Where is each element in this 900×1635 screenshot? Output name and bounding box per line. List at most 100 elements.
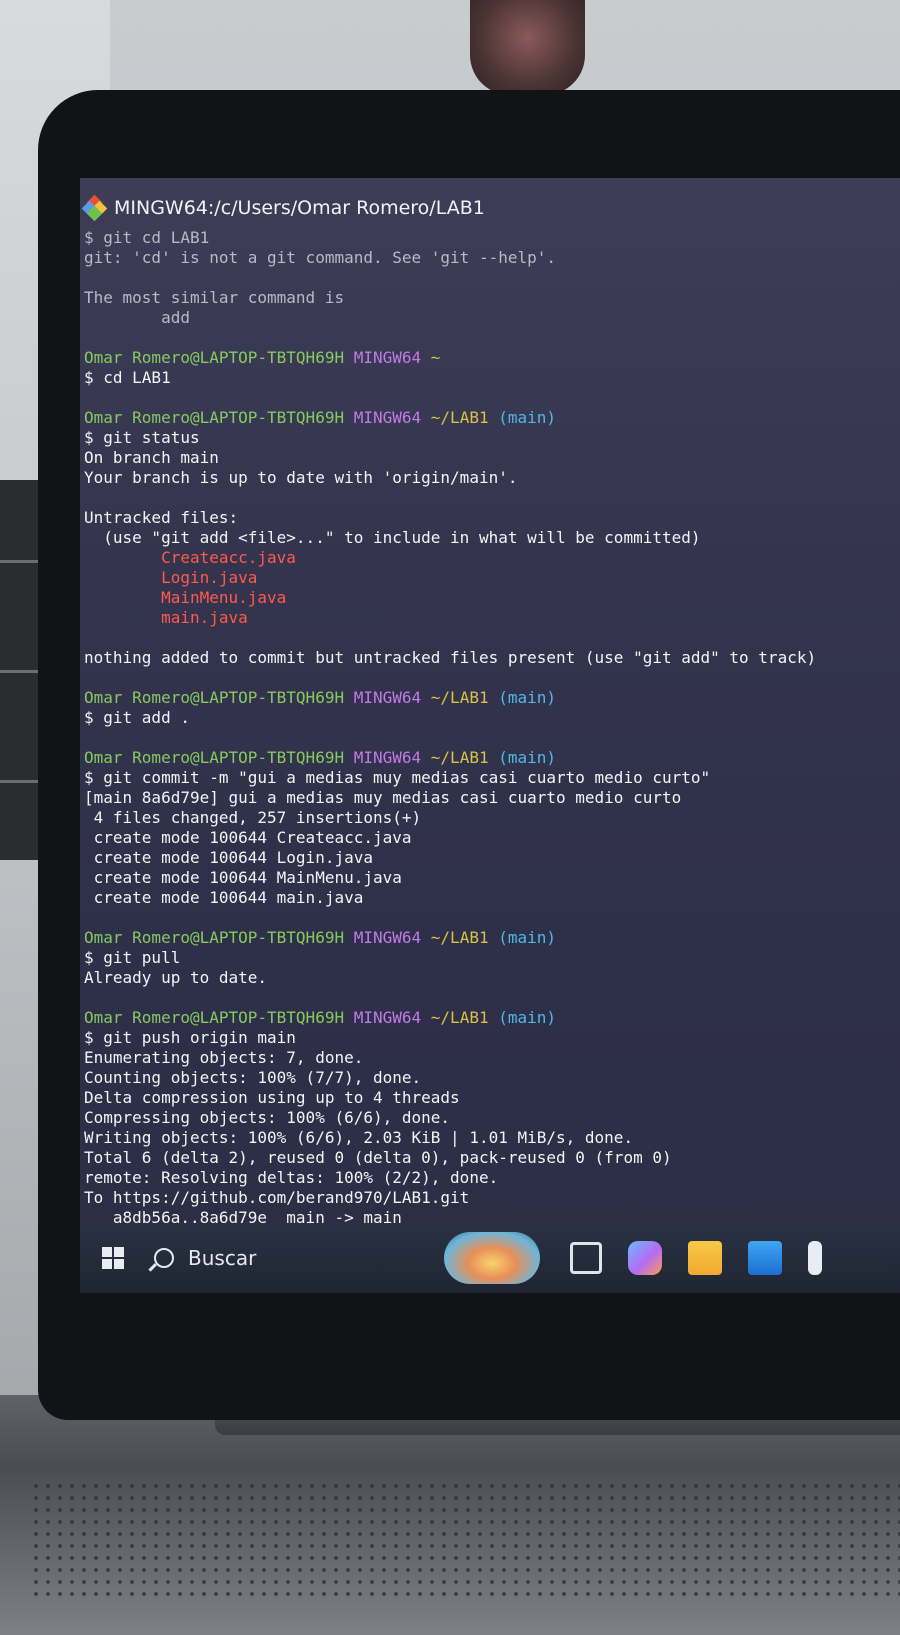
- terminal-line: To https://github.com/berand970/LAB1.git: [84, 1188, 896, 1208]
- terminal-segment: (main): [488, 408, 557, 427]
- terminal-line: add: [84, 308, 896, 328]
- terminal-segment: Omar Romero@LAPTOP-TBTQH69H: [84, 688, 354, 707]
- terminal-line: $ git push origin main: [84, 1028, 896, 1048]
- store-icon[interactable]: [808, 1241, 822, 1275]
- terminal-line: 4 files changed, 257 insertions(+): [84, 808, 896, 828]
- speaker-grille: [30, 1480, 900, 1600]
- terminal-segment: $ git add .: [84, 708, 190, 727]
- terminal-titlebar[interactable]: MINGW64:/c/Users/Omar Romero/LAB1: [80, 188, 900, 228]
- terminal-segment: $ git pull: [84, 948, 181, 967]
- terminal-line: Enumerating objects: 7, done.: [84, 1048, 896, 1068]
- terminal-segment: Counting objects: 100% (7/7), done.: [84, 1068, 422, 1087]
- terminal-line: Login.java: [84, 568, 896, 588]
- terminal-segment: Createacc.java: [84, 548, 296, 567]
- terminal-segment: ~/LAB1: [421, 1008, 489, 1027]
- terminal-segment: ~: [421, 348, 441, 367]
- terminal-line: MainMenu.java: [84, 588, 896, 608]
- terminal-segment: MINGW64: [353, 748, 422, 767]
- terminal-segment: Compressing objects: 100% (6/6), done.: [84, 1108, 451, 1127]
- terminal-segment: Delta compression using up to 4 threads: [84, 1088, 460, 1107]
- terminal-segment: (main): [488, 928, 557, 947]
- terminal-segment: git: 'cd' is not a git command. See 'git…: [84, 248, 557, 267]
- terminal-line: Already up to date.: [84, 968, 896, 988]
- terminal-segment: Login.java: [84, 568, 258, 587]
- terminal-segment: MINGW64: [353, 928, 422, 947]
- terminal-segment: main.java: [84, 608, 248, 627]
- terminal-segment: create mode 100644 MainMenu.java: [84, 868, 402, 887]
- search-icon: [154, 1248, 174, 1268]
- window-title: MINGW64:/c/Users/Omar Romero/LAB1: [114, 197, 485, 219]
- terminal-segment: Omar Romero@LAPTOP-TBTQH69H: [84, 1008, 354, 1027]
- terminal-line: [main 8a6d79e] gui a medias muy medias c…: [84, 788, 896, 808]
- git-bash-icon: [81, 194, 108, 222]
- terminal-segment: ~/LAB1: [421, 928, 489, 947]
- terminal-line: Your branch is up to date with 'origin/m…: [84, 468, 896, 488]
- terminal-line: git: 'cd' is not a git command. See 'git…: [84, 248, 896, 268]
- terminal-segment: MINGW64: [353, 348, 422, 367]
- terminal-segment: Omar Romero@LAPTOP-TBTQH69H: [84, 928, 354, 947]
- terminal-segment: Omar Romero@LAPTOP-TBTQH69H: [84, 348, 354, 367]
- terminal-line: The most similar command is: [84, 288, 896, 308]
- terminal-segment: $ git cd LAB1: [84, 228, 210, 247]
- terminal-line: $ git pull: [84, 948, 896, 968]
- search-label: Buscar: [188, 1246, 257, 1270]
- terminal-segment: Your branch is up to date with 'origin/m…: [84, 468, 518, 487]
- terminal-segment: MainMenu.java: [84, 588, 287, 607]
- terminal-line: remote: Resolving deltas: 100% (2/2), do…: [84, 1168, 896, 1188]
- terminal-segment: $ git status: [84, 428, 200, 447]
- terminal-segment: MINGW64: [353, 1008, 422, 1027]
- terminal-segment: add: [84, 308, 190, 327]
- terminal-line: On branch main: [84, 448, 896, 468]
- terminal-line: Untracked files:: [84, 508, 896, 528]
- terminal-segment: ~/LAB1: [421, 408, 489, 427]
- copilot-icon[interactable]: [628, 1241, 662, 1275]
- terminal-line: Omar Romero@LAPTOP-TBTQH69H MINGW64 ~/LA…: [84, 688, 896, 708]
- terminal-segment: create mode 100644 main.java: [84, 888, 364, 907]
- terminal-segment: ~/LAB1: [421, 688, 489, 707]
- task-view-icon[interactable]: [570, 1242, 602, 1274]
- terminal-line: Omar Romero@LAPTOP-TBTQH69H MINGW64 ~: [84, 348, 896, 368]
- windows-taskbar: Buscar: [80, 1223, 900, 1293]
- terminal-line: nothing added to commit but untracked fi…: [84, 648, 896, 668]
- terminal-line: Omar Romero@LAPTOP-TBTQH69H MINGW64 ~/LA…: [84, 408, 896, 428]
- terminal-segment: create mode 100644 Login.java: [84, 848, 373, 867]
- ceiling-fixture: [470, 0, 585, 95]
- terminal-line: create mode 100644 Createacc.java: [84, 828, 896, 848]
- terminal-line: main.java: [84, 608, 896, 628]
- terminal-output[interactable]: $ git cd LAB1 git: 'cd' is not a git comm…: [84, 228, 896, 1228]
- terminal-segment: (main): [488, 1008, 557, 1027]
- terminal-segment: ~/LAB1: [421, 748, 489, 767]
- terminal-segment: create mode 100644 Createacc.java: [84, 828, 412, 847]
- terminal-segment: On branch main: [84, 448, 219, 467]
- terminal-segment: Total 6 (delta 2), reused 0 (delta 0), p…: [84, 1148, 672, 1167]
- laptop-screen: MINGW64:/c/Users/Omar Romero/LAB1 $ git …: [80, 178, 900, 1293]
- terminal-line: Counting objects: 100% (7/7), done.: [84, 1068, 896, 1088]
- taskbar-search[interactable]: Buscar: [154, 1246, 444, 1270]
- mail-icon[interactable]: [748, 1241, 782, 1275]
- terminal-segment: (main): [488, 688, 557, 707]
- terminal-line: Writing objects: 100% (6/6), 2.03 KiB | …: [84, 1128, 896, 1148]
- widgets-icon[interactable]: [444, 1232, 540, 1284]
- terminal-segment: Omar Romero@LAPTOP-TBTQH69H: [84, 408, 354, 427]
- terminal-line: Delta compression using up to 4 threads: [84, 1088, 896, 1108]
- terminal-segment: Untracked files:: [84, 508, 239, 527]
- terminal-segment: [main 8a6d79e] gui a medias muy medias c…: [84, 788, 682, 807]
- terminal-segment: Omar Romero@LAPTOP-TBTQH69H: [84, 748, 354, 767]
- terminal-line: $ cd LAB1: [84, 368, 896, 388]
- terminal-line: Compressing objects: 100% (6/6), done.: [84, 1108, 896, 1128]
- file-explorer-icon[interactable]: [688, 1241, 722, 1275]
- terminal-segment: The most similar command is: [84, 288, 345, 307]
- terminal-segment: (main): [488, 748, 557, 767]
- terminal-segment: remote: Resolving deltas: 100% (2/2), do…: [84, 1168, 499, 1187]
- terminal-line: (use "git add <file>..." to include in w…: [84, 528, 896, 548]
- terminal-line: create mode 100644 Login.java: [84, 848, 896, 868]
- windows-start-icon[interactable]: [102, 1247, 124, 1269]
- terminal-segment: (use "git add <file>..." to include in w…: [84, 528, 701, 547]
- terminal-line: Omar Romero@LAPTOP-TBTQH69H MINGW64 ~/LA…: [84, 1008, 896, 1028]
